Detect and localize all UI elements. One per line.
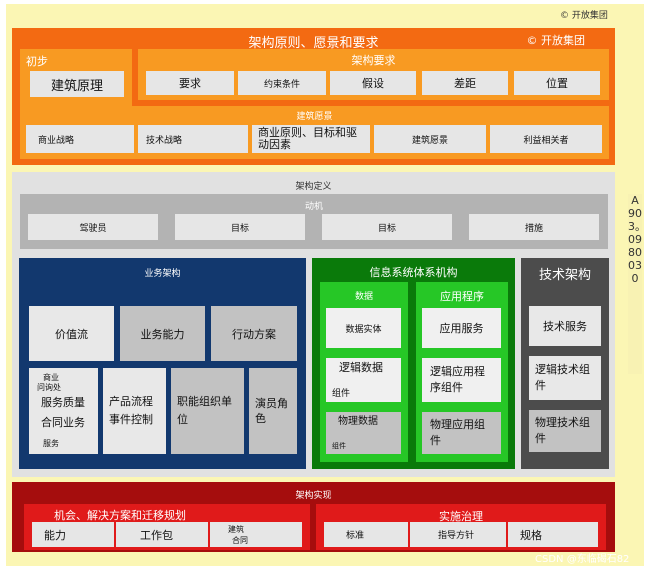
product-box: 产品流程事件控制 [103,368,166,454]
motivation-item: 目标 [175,214,305,240]
definition-section: 架构定义 动机 驾驶员 目标 目标 措施 业务架构 价值流 业务能力 行动方案 … [12,172,615,477]
vision-item: 商业战略 [26,125,134,153]
opportunities-title: 机会、解决方案和迁移规划 [54,509,186,522]
architecture-principles-box: 建筑原理 [30,71,124,97]
physical-data-sub: 组件 [332,442,346,450]
application-panel: 应用程序 应用服务 逻辑应用程序组件 物理应用组件 [416,282,508,462]
course-of-action-box: 行动方案 [211,306,297,361]
value-stream-box: 价值流 [29,306,114,361]
logical-technology-box: 逻辑技术组件 [529,356,601,400]
realization-title: 架构实现 [295,491,332,501]
motivation-item: 驾驶员 [28,214,158,240]
logical-data-label: 逻辑数据 [339,361,383,374]
vision-panel: 建筑愿景 商业战略 技术战略 商业原则、目标和驱动因素 建筑愿景 利益相关者 [20,106,609,159]
business-architecture-panel: 业务架构 价值流 业务能力 行动方案 商业 问询处 服务质量 合同业务 服务 产… [19,258,306,469]
principles-copyright: © 开放集团 [526,34,586,47]
logical-application-box: 逻辑应用程序组件 [422,358,501,402]
governance-item: 指导方针 [410,522,506,547]
governance-item: 标准 [324,522,408,547]
vertical-code: A903。0980030 [628,194,646,374]
information-systems-panel: 信息系统体系机构 数据 数据实体 逻辑数据 组件 物理数据 组件 应用程序 应用… [312,258,515,469]
motivation-panel: 动机 驾驶员 目标 目标 措施 [20,194,608,249]
realization-section: 架构实现 机会、解决方案和迁移规划 能力 工作包 建筑 合同 实施治理 标准 指… [12,482,615,552]
motivation-item: 措施 [469,214,599,240]
requirements-title: 架构要求 [351,54,396,67]
requirement-item: 假设 [330,71,416,95]
copyright-top: © 开放集团 [560,11,608,21]
actor-role-box: 演员角色 [249,368,297,454]
physical-application-box: 物理应用组件 [422,412,501,454]
physical-data-box: 物理数据 组件 [326,412,401,454]
business-capability-box: 业务能力 [120,306,205,361]
physical-technology-box: 物理技术组件 [529,410,601,452]
technology-architecture-title: 技术架构 [538,268,591,283]
contract-bottom-label: 合同 [232,536,248,545]
architecture-contract-box: 建筑 合同 [210,522,302,547]
service-label: 服务 [43,439,59,448]
business-architecture-title: 业务架构 [144,269,181,279]
application-title: 应用程序 [440,290,484,303]
work-package-box: 工作包 [116,522,208,547]
watermark: CSDN @东临碣石82 [535,554,630,565]
logical-data-sub: 组件 [332,389,351,399]
application-service-box: 应用服务 [422,308,501,348]
information-systems-title: 信息系统体系机构 [369,266,458,279]
physical-data-label: 物理数据 [338,416,378,427]
motivation-title: 动机 [304,202,323,212]
organization-unit-box: 职能组织单位 [171,368,244,454]
vision-item: 技术战略 [138,125,248,153]
logical-data-box: 逻辑数据 组件 [326,358,401,402]
principles-section: 架构原则、愿景和要求 © 开放集团 初步 建筑原理 架构要求 要求 约束条件 假… [12,28,615,165]
capability-box: 能力 [32,522,114,547]
data-title: 数据 [354,292,373,302]
opportunities-panel: 机会、解决方案和迁移规划 能力 工作包 建筑 合同 [24,504,310,550]
data-panel: 数据 数据实体 逻辑数据 组件 物理数据 组件 [320,282,408,462]
requirement-item: 差距 [422,71,508,95]
requirement-item: 要求 [146,71,234,95]
contract-top-label: 建筑 [228,525,244,534]
service-quality-label: 服务质量 [41,396,85,409]
contract-business-label: 合同业务 [41,416,85,429]
governance-panel: 实施治理 标准 指导方针 规格 [316,504,606,550]
vision-title: 建筑愿景 [296,112,333,122]
requirement-item: 约束条件 [238,71,326,95]
governance-item: 规格 [508,522,598,547]
data-entity-box: 数据实体 [326,308,401,348]
business-services-box: 商业 问询处 服务质量 合同业务 服务 [29,368,98,454]
technology-service-box: 技术服务 [529,306,601,346]
motivation-item: 目标 [322,214,452,240]
vision-item: 利益相关者 [490,125,602,153]
requirements-panel: 架构要求 要求 约束条件 假设 差距 位置 [138,49,609,100]
services-top2-label: 问询处 [37,383,61,392]
vision-item: 商业原则、目标和驱动因素 [252,125,370,153]
definition-title: 架构定义 [295,182,332,192]
vision-item: 建筑愿景 [374,125,486,153]
technology-architecture-panel: 技术架构 技术服务 逻辑技术组件 物理技术组件 [521,258,609,469]
preliminary-title: 初步 [26,55,48,68]
requirement-item: 位置 [514,71,600,95]
